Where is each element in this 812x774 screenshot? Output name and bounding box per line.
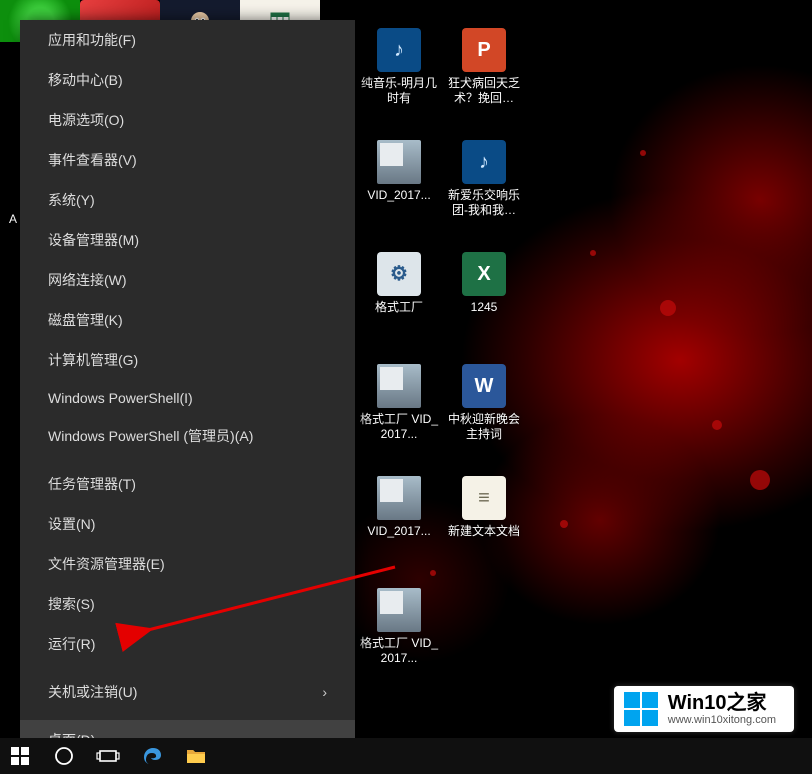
desktop-icon[interactable]: P狂犬病回天乏术？挽回… (445, 28, 523, 106)
ctx-menu-item-label: 移动中心(B) (48, 70, 123, 90)
cortana-button[interactable] (50, 742, 78, 770)
watermark: Win10之家 www.win10xitong.com (614, 686, 794, 732)
desktop-icon-label: 中秋迎新晚会主持词 (445, 412, 523, 442)
ctx-menu-item-label: 事件查看器(V) (48, 150, 137, 170)
ctx-menu-item[interactable]: 电源选项(O) (20, 100, 355, 140)
ctx-menu-item[interactable]: 任务管理器(T) (20, 464, 355, 504)
ctx-menu-item-label: Windows PowerShell(I) (48, 390, 193, 406)
windows-logo-icon (8, 744, 32, 768)
taskbar (0, 738, 812, 774)
ctx-menu-item[interactable]: 运行(R) (20, 624, 355, 664)
edge-icon (140, 744, 164, 768)
taskview-icon (96, 744, 120, 768)
desktop-icon-label: 狂犬病回天乏术？挽回… (445, 76, 523, 106)
ctx-menu-item[interactable]: 关机或注销(U) › (20, 672, 355, 712)
ctx-menu-item-label: 网络连接(W) (48, 270, 127, 290)
ctx-menu-item-label: 运行(R) (48, 634, 95, 654)
desktop-icon[interactable]: ♪新爱乐交响乐团-我和我… (445, 140, 523, 218)
ctx-menu-item[interactable]: Windows PowerShell (管理员)(A) (20, 416, 355, 456)
ctx-menu-item-label: 任务管理器(T) (48, 474, 136, 494)
windows-logo-icon (624, 692, 658, 726)
desktop-icon-label-fragment: A (9, 212, 17, 226)
desktop-icon-label: 纯音乐-明月几时有 (360, 76, 438, 106)
ctx-menu-item[interactable]: 磁盘管理(K) (20, 300, 355, 340)
desktop-icon-label: VID_2017... (360, 188, 438, 203)
winx-context-menu: 应用和功能(F) 移动中心(B) 电源选项(O) 事件查看器(V) 系统(Y) 设备管理器… (20, 20, 355, 738)
ctx-menu-item-label: 电源选项(O) (48, 110, 124, 130)
watermark-url: www.win10xitong.com (668, 714, 776, 726)
ctx-menu-item[interactable]: 网络连接(W) (20, 260, 355, 300)
desktop-icon[interactable]: X1245 (445, 252, 523, 315)
desktop-icon[interactable]: ⚙格式工厂 (360, 252, 438, 315)
ctx-menu-item[interactable]: 系统(Y) (20, 180, 355, 220)
desktop-icon[interactable]: W中秋迎新晚会主持词 (445, 364, 523, 442)
ctx-menu-item[interactable]: 搜索(S) (20, 584, 355, 624)
ctx-menu-item[interactable]: 设备管理器(M) (20, 220, 355, 260)
ctx-menu-item-label: 文件资源管理器(E) (48, 554, 165, 574)
watermark-title: Win10之家 (668, 692, 776, 714)
ctx-menu-item-label: 搜索(S) (48, 594, 95, 614)
start-button[interactable] (6, 742, 34, 770)
chevron-right-icon: › (322, 684, 327, 700)
folder-icon (184, 744, 208, 768)
desktop-icon-label: VID_2017... (360, 524, 438, 539)
ctx-menu-item-label: Windows PowerShell (管理员)(A) (48, 426, 253, 446)
ctx-menu-item-label: 关机或注销(U) (48, 682, 137, 702)
taskview-button[interactable] (94, 742, 122, 770)
desktop-icon-label: 格式工厂 VID_2017... (360, 412, 438, 442)
ctx-menu-item[interactable]: 文件资源管理器(E) (20, 544, 355, 584)
edge-button[interactable] (138, 742, 166, 770)
cortana-circle-icon (52, 744, 76, 768)
desktop-icon[interactable]: VID_2017... (360, 476, 438, 539)
desktop-icon[interactable]: ♪纯音乐-明月几时有 (360, 28, 438, 106)
ctx-menu-item[interactable]: 计算机管理(G) (20, 340, 355, 380)
desktop-icon[interactable]: VID_2017... (360, 140, 438, 203)
desktop-icon-label: 格式工厂 VID_2017... (360, 636, 438, 666)
desktop-icon[interactable]: 格式工厂 VID_2017... (360, 588, 438, 666)
ctx-menu-item[interactable]: 应用和功能(F) (20, 20, 355, 60)
ctx-menu-item[interactable]: Windows PowerShell(I) (20, 380, 355, 416)
ctx-menu-item[interactable]: 事件查看器(V) (20, 140, 355, 180)
ctx-menu-item-label: 系统(Y) (48, 190, 95, 210)
desktop-icon-label: 新爱乐交响乐团-我和我… (445, 188, 523, 218)
ctx-menu-item-label: 应用和功能(F) (48, 30, 136, 50)
desktop-icon-label: 格式工厂 (360, 300, 438, 315)
ctx-menu-item[interactable]: 设置(N) (20, 504, 355, 544)
ctx-menu-item-label: 设置(N) (48, 514, 95, 534)
desktop-icon-label: 1245 (445, 300, 523, 315)
ctx-menu-item-label: 磁盘管理(K) (48, 310, 123, 330)
ctx-menu-item-label: 设备管理器(M) (48, 230, 139, 250)
desktop-icon-label: 新建文本文档 (445, 524, 523, 539)
desktop-icon[interactable]: ≡新建文本文档 (445, 476, 523, 539)
ctx-menu-item-label: 计算机管理(G) (48, 350, 138, 370)
ctx-menu-item[interactable]: 移动中心(B) (20, 60, 355, 100)
explorer-button[interactable] (182, 742, 210, 770)
desktop-icon[interactable]: 格式工厂 VID_2017... (360, 364, 438, 442)
